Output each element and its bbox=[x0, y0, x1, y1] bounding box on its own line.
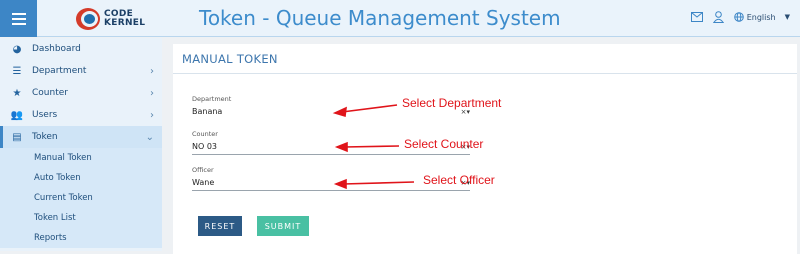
arrow-counter bbox=[343, 145, 400, 148]
annotation-select-officer: Select Officer bbox=[423, 173, 495, 187]
arrow-department bbox=[341, 104, 398, 113]
arrowhead-counter bbox=[334, 141, 348, 153]
arrow-officer bbox=[342, 181, 415, 185]
annotation-select-counter: Select Counter bbox=[404, 137, 484, 151]
arrowhead-officer bbox=[333, 178, 347, 190]
annotation-select-department: Select Department bbox=[402, 96, 502, 110]
annotation-arrows bbox=[332, 104, 415, 190]
arrowhead-department bbox=[332, 106, 347, 118]
